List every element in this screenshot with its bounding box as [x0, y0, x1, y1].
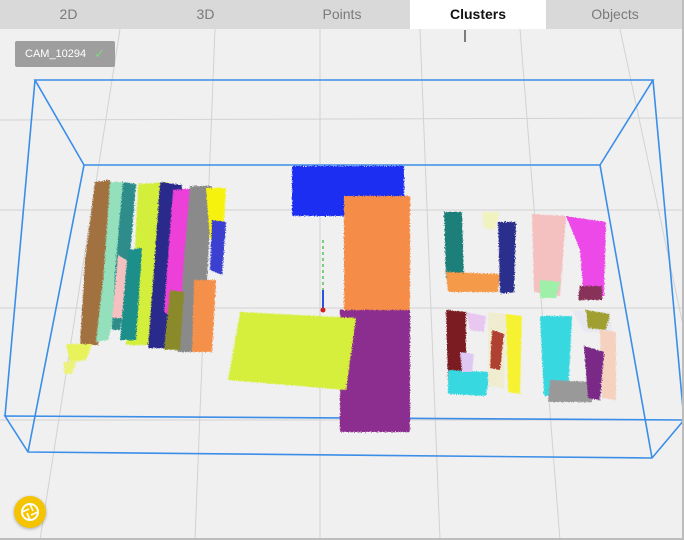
camera-shutter-button[interactable]: [14, 496, 46, 528]
cluster-group-right-lower: [446, 310, 616, 402]
point-cloud-canvas[interactable]: [0, 29, 684, 540]
tab-2d[interactable]: 2D: [0, 0, 137, 29]
point-cloud-viewport[interactable]: [0, 29, 684, 540]
view-tab-bar: 2D 3D Points Clusters Objects: [0, 0, 684, 29]
tab-clusters[interactable]: Clusters: [410, 0, 546, 29]
cluster-group-right-upper: [444, 212, 606, 300]
camera-badge[interactable]: CAM_10294 ✓: [15, 41, 116, 67]
check-icon: ✓: [94, 46, 106, 61]
tab-3d[interactable]: 3D: [137, 0, 274, 29]
camera-label: CAM_10294: [25, 48, 87, 60]
tab-points[interactable]: Points: [274, 0, 410, 29]
camera-shutter-icon: [21, 503, 39, 521]
cluster-group-center: [228, 166, 410, 432]
cluster-group-left: [64, 180, 226, 374]
tab-objects[interactable]: Objects: [546, 0, 684, 29]
